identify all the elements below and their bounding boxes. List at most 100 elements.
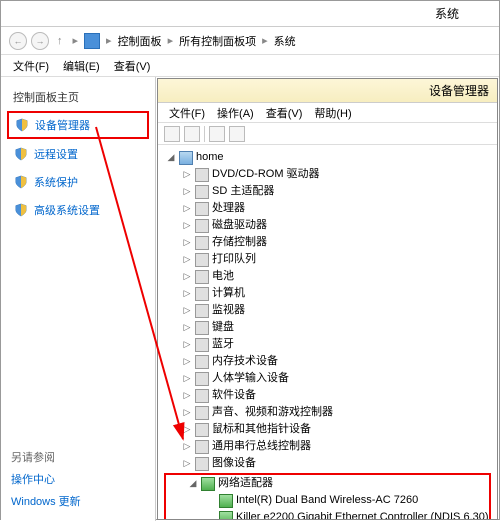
forward-button[interactable]: → (31, 32, 49, 50)
network-adapters-highlight: ◢ 网络适配器Intel(R) Dual Band Wireless-AC 726… (164, 473, 491, 519)
device-category-icon (195, 338, 209, 352)
window-title: 系统 (435, 5, 459, 22)
footer-link-windows-update[interactable]: Windows 更新 (11, 493, 81, 509)
category-label: 网络适配器 (218, 475, 273, 492)
footer-link-action-center[interactable]: 操作中心 (11, 471, 81, 487)
up-button[interactable]: ↑ (53, 35, 67, 47)
expand-icon[interactable]: ▷ (182, 217, 192, 234)
expand-icon[interactable]: ▷ (182, 421, 192, 438)
tree-category[interactable]: ▷ 图像设备 (160, 455, 495, 472)
tree-category[interactable]: ▷DVD/CD-ROM 驱动器 (160, 166, 495, 183)
collapse-icon[interactable]: ◢ (188, 475, 198, 492)
device-category-icon (195, 372, 209, 386)
sidebar-item-label: 高级系统设置 (34, 202, 100, 218)
expand-icon[interactable]: ▷ (182, 370, 192, 387)
toolbar-forward-icon[interactable] (184, 126, 200, 142)
tree-category[interactable]: ▷ 打印队列 (160, 251, 495, 268)
expand-icon[interactable]: ▷ (182, 455, 192, 472)
footer-heading: 另请参阅 (11, 449, 81, 465)
category-label: 存储控制器 (212, 234, 267, 251)
device-category-icon (195, 457, 209, 471)
category-label: 通用串行总线控制器 (212, 438, 311, 455)
breadcrumb[interactable]: 所有控制面板项 (179, 33, 256, 49)
sidebar-heading: 控制面板主页 (7, 85, 149, 109)
category-label: 内存技术设备 (212, 353, 278, 370)
devmgr-menu-file[interactable]: 文件(F) (164, 104, 210, 122)
adapter-icon (219, 511, 233, 520)
expand-icon[interactable]: ▷ (182, 336, 192, 353)
tree-root[interactable]: ◢ home (160, 149, 495, 166)
category-label: 打印队列 (212, 251, 256, 268)
menu-file[interactable]: 文件(F) (7, 56, 55, 76)
tree-category[interactable]: ▷蓝牙 (160, 336, 495, 353)
breadcrumb[interactable]: 控制面板 (118, 33, 162, 49)
toolbar-back-icon[interactable] (164, 126, 180, 142)
device-label: Intel(R) Dual Band Wireless-AC 7260 (236, 492, 418, 509)
tree-category[interactable]: ▷ 监视器 (160, 302, 495, 319)
tree-category[interactable]: ▷ 磁盘驱动器 (160, 217, 495, 234)
expand-icon[interactable]: ▷ (182, 200, 192, 217)
devmgr-menubar: 文件(F) 操作(A) 查看(V) 帮助(H) (158, 103, 497, 123)
sidebar-item[interactable]: 设备管理器 (7, 111, 149, 139)
shield-icon (14, 203, 28, 217)
expand-icon[interactable]: ▷ (182, 404, 192, 421)
expand-icon[interactable]: ▷ (182, 353, 192, 370)
expand-icon[interactable]: ▷ (182, 166, 192, 183)
devmgr-titlebar: 设备管理器 (158, 79, 497, 103)
tree-category[interactable]: ▷键盘 (160, 319, 495, 336)
device-tree[interactable]: ◢ home ▷DVD/CD-ROM 驱动器▷SD 主适配器▷处理器▷磁盘驱动器… (158, 145, 497, 519)
sidebar-item[interactable]: 高级系统设置 (7, 197, 149, 223)
sidebar-item-label: 远程设置 (34, 146, 78, 162)
tree-category[interactable]: ▷ 通用串行总线控制器 (160, 438, 495, 455)
collapse-icon[interactable]: ◢ (166, 149, 176, 166)
expand-icon[interactable]: ▷ (182, 387, 192, 404)
expand-icon[interactable]: ▷ (182, 438, 192, 455)
expand-icon[interactable]: ▷ (182, 319, 192, 336)
tree-category[interactable]: ▷ 计算机 (160, 285, 495, 302)
expand-icon[interactable]: ▷ (182, 268, 192, 285)
tree-device[interactable]: Killer e2200 Gigabit Ethernet Controller… (166, 509, 489, 519)
category-label: 磁盘驱动器 (212, 217, 267, 234)
category-label: 处理器 (212, 200, 245, 217)
sidebar-item[interactable]: 远程设置 (7, 141, 149, 167)
device-category-icon (195, 168, 209, 182)
tree-category[interactable]: ▷声音、视频和游戏控制器 (160, 404, 495, 421)
tree-category[interactable]: ▷软件设备 (160, 387, 495, 404)
menu-view[interactable]: 查看(V) (108, 56, 157, 76)
tree-category[interactable]: ▷ SD 主适配器 (160, 183, 495, 200)
category-label: SD 主适配器 (212, 183, 274, 200)
expand-icon[interactable]: ▷ (182, 285, 192, 302)
menu-edit[interactable]: 编辑(E) (57, 56, 106, 76)
tree-category-network[interactable]: ◢ 网络适配器 (166, 475, 489, 492)
shield-icon (14, 175, 28, 189)
expand-icon[interactable]: ▷ (182, 183, 192, 200)
expand-icon[interactable]: ▷ (182, 251, 192, 268)
category-label: 人体学输入设备 (212, 370, 289, 387)
tree-category[interactable]: ▷ 存储控制器 (160, 234, 495, 251)
devmgr-menu-view[interactable]: 查看(V) (261, 104, 308, 122)
expand-icon[interactable]: ▷ (182, 234, 192, 251)
toolbar-properties-icon[interactable] (209, 126, 225, 142)
breadcrumb[interactable]: 系统 (274, 33, 296, 49)
device-category-icon (195, 202, 209, 216)
device-category-icon (195, 304, 209, 318)
sidebar-item-label: 设备管理器 (35, 117, 90, 133)
tree-category[interactable]: ▷ 人体学输入设备 (160, 370, 495, 387)
back-button[interactable]: ← (9, 32, 27, 50)
tree-category[interactable]: ▷ 处理器 (160, 200, 495, 217)
sidebar-item[interactable]: 系统保护 (7, 169, 149, 195)
category-label: 图像设备 (212, 455, 256, 472)
window-titlebar: 系统 (1, 1, 499, 27)
expand-icon[interactable]: ▷ (182, 302, 192, 319)
tree-category[interactable]: ▷ 内存技术设备 (160, 353, 495, 370)
tree-category[interactable]: ▷电池 (160, 268, 495, 285)
devmgr-menu-help[interactable]: 帮助(H) (309, 104, 356, 122)
tree-category[interactable]: ▷鼠标和其他指针设备 (160, 421, 495, 438)
device-category-icon (195, 270, 209, 284)
category-label: 计算机 (212, 285, 245, 302)
devmgr-toolbar (158, 123, 497, 145)
tree-device[interactable]: Intel(R) Dual Band Wireless-AC 7260 (166, 492, 489, 509)
toolbar-scan-icon[interactable] (229, 126, 245, 142)
devmgr-menu-action[interactable]: 操作(A) (212, 104, 259, 122)
category-label: 监视器 (212, 302, 245, 319)
